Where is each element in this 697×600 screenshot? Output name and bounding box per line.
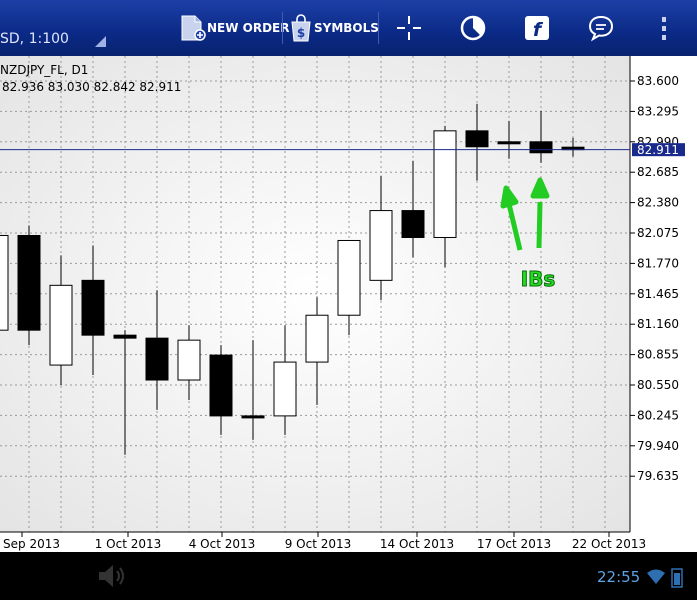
svg-text:$: $ [297,26,305,40]
crosshair-icon [397,16,421,40]
candle-body [305,314,329,363]
price-tick-label: 79.635 [637,469,679,483]
date-tick-label: 4 Oct 2013 [189,537,256,551]
price-tick-label: 82.075 [637,226,679,240]
candle [0,234,9,331]
date-tick-label: 1 Oct 2013 [95,537,162,551]
period-button[interactable] [459,10,487,46]
wifi-icon [647,569,665,584]
candle-body [465,130,489,148]
chat-icon [588,15,614,42]
price-tick-label: 82.380 [637,196,679,210]
candle-body [177,339,201,381]
date-tick-label: 9 Oct 2013 [285,537,352,551]
candle-body [145,337,169,381]
indicators-button[interactable]: f [523,10,551,46]
price-tick-label: 81.770 [637,256,679,270]
price-tick-label: 79.940 [637,439,679,453]
battery-icon [671,568,683,588]
date-tick-label: 22 Oct 2013 [572,537,646,551]
symbols-label: SYMBOLS [314,21,379,35]
period-icon [460,15,486,41]
candle-body [209,354,233,417]
price-tick-label: 82.685 [637,165,679,179]
current-price-marker: 82.911 [632,143,685,157]
top-toolbar: SD, 1:100 NEW ORDER $ SYMBOLS f [0,0,697,56]
price-tick-label: 81.160 [637,317,679,331]
date-tick-label: 17 Oct 2013 [477,537,551,551]
clock-label: 22:55 [597,568,641,586]
symbols-button[interactable]: $ SYMBOLS [289,10,379,46]
price-tick-label: 83.600 [637,74,679,88]
candle-body [17,234,41,331]
candle-body [369,210,393,281]
price-tick-label: 80.245 [637,408,679,422]
more-button[interactable] [658,10,670,46]
candle [17,225,41,346]
more-icon [662,17,666,40]
candle-body [273,361,297,417]
account-label[interactable]: SD, 1:100 [0,31,69,47]
current-price-label: 82.911 [637,143,679,157]
price-tick-label: 80.855 [637,348,679,362]
toolbar-separator [282,12,283,44]
new-order-icon [181,15,206,41]
symbol-label: NZDJPY_FL, D1 [0,63,88,77]
candle-body [497,141,521,145]
candle-body [49,284,73,366]
new-order-label: NEW ORDER [207,21,290,35]
candle-body [529,141,553,154]
volume-icon[interactable] [96,562,130,590]
candle-body [0,234,9,331]
date-tick-label: 26 Sep 2013 [0,537,60,551]
candlestick-chart[interactable]: 83.60083.29582.99082.68582.38082.07581.7… [0,56,697,552]
crosshair-button[interactable] [395,10,423,46]
candle-body [433,130,457,238]
price-tick-label: 83.295 [637,104,679,118]
date-tick-label: 14 Oct 2013 [380,537,454,551]
candle-body [401,210,425,238]
price-tick-label: 81.465 [637,287,679,301]
price-tick-label: 80.550 [637,378,679,392]
toolbar-separator [378,12,379,44]
chat-button[interactable] [587,10,615,46]
candle-body [113,334,137,339]
symbols-icon: $ [291,14,311,42]
candle-body [241,415,265,419]
ib-label: IBs [521,267,556,291]
candle-body [337,239,361,316]
system-status-bar: 22:55 [0,552,697,600]
indicators-icon: f [525,16,549,41]
new-order-button[interactable]: NEW ORDER [180,10,290,46]
chart-area[interactable]: 83.600 83.295 82.990 82.685 82.380 82.075 81.7… [0,56,697,552]
candle-body [81,279,105,336]
ohlc-label: 82.936 83.030 82.842 82.911 [2,80,181,94]
account-dropdown-icon[interactable] [95,36,106,47]
